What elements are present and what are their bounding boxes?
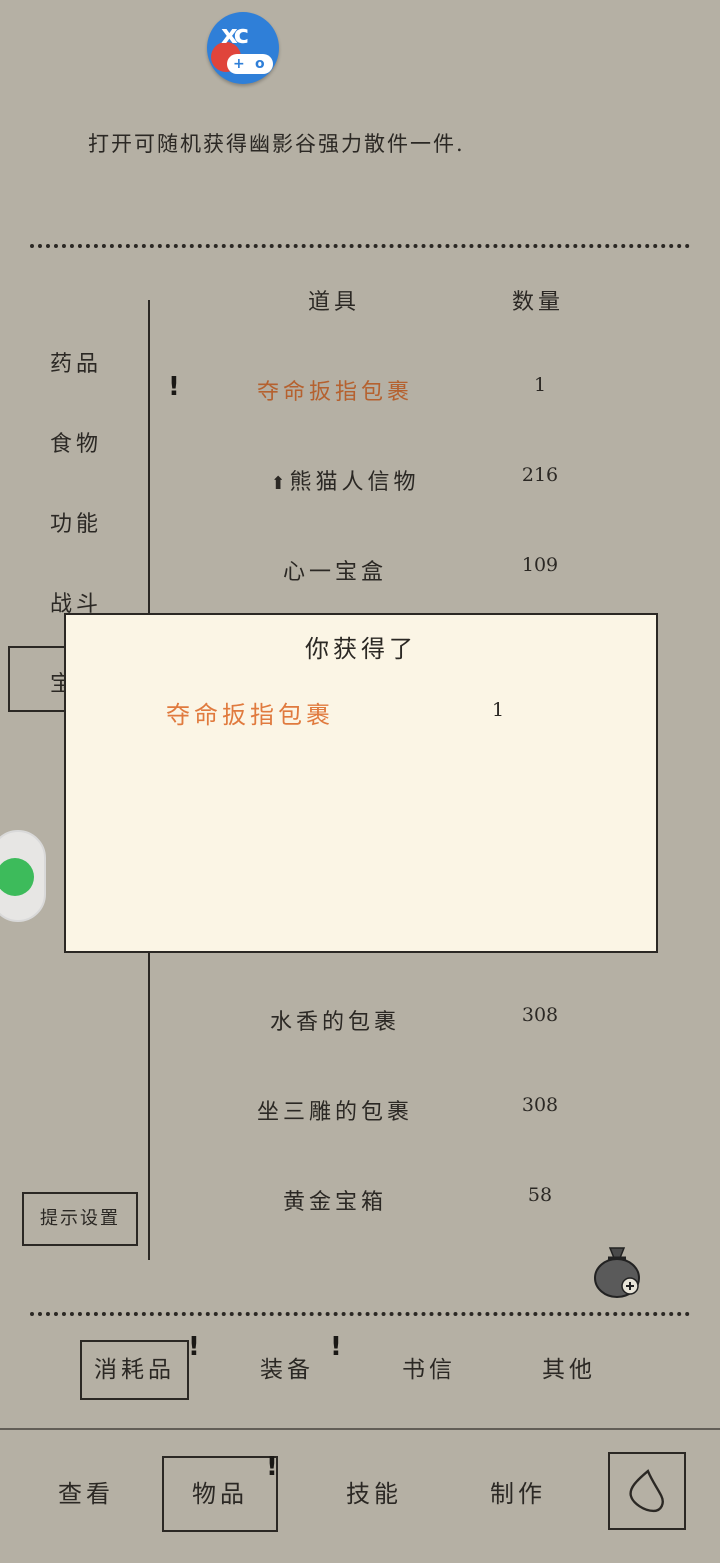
item-row[interactable]: 坐三雕的包裹 308 <box>150 1094 650 1134</box>
new-item-alert-icon: ! <box>168 372 180 402</box>
nav-separator <box>0 1428 720 1430</box>
divider-top <box>30 244 690 248</box>
column-header-item: 道具 <box>308 290 361 315</box>
hint-settings-button[interactable]: 提示设置 <box>22 1192 138 1246</box>
nav-items-alert-icon: ! <box>266 1452 278 1482</box>
column-header-qty: 数量 <box>512 290 565 315</box>
upgrade-arrow-icon: ⬆ <box>270 473 290 494</box>
item-description: 打开可随机获得幽影谷强力散件一件. <box>88 132 465 156</box>
item-qty: 109 <box>521 554 559 576</box>
divider-bottom <box>30 1312 690 1316</box>
assistant-avatar-icon <box>0 858 34 896</box>
item-name: 心一宝盒 <box>282 560 387 585</box>
app-logo-icon[interactable]: ⅹⅽ + o <box>207 12 279 84</box>
item-qty: 58 <box>527 1184 553 1206</box>
floating-assistant-button[interactable] <box>0 830 46 922</box>
nav-items[interactable]: 物品 <box>162 1456 278 1532</box>
nav-skills[interactable]: 技能 <box>346 1456 402 1532</box>
tab-equipment-alert-icon: ! <box>330 1332 342 1362</box>
category-food[interactable]: 食物 <box>50 426 102 458</box>
category-medicine[interactable]: 药品 <box>50 346 102 378</box>
category-treasure[interactable]: 宝 <box>8 646 72 712</box>
item-qty: 308 <box>521 1094 559 1116</box>
item-qty: 308 <box>521 1004 559 1026</box>
reward-dialog[interactable]: 你获得了 夺命扳指包裹 1 <box>64 613 658 953</box>
item-name: 熊猫人信物 <box>289 470 420 495</box>
nav-crafting[interactable]: 制作 <box>490 1456 546 1532</box>
item-row[interactable]: 夺命扳指包裹 1 <box>150 374 650 414</box>
back-arrow-icon <box>629 1469 664 1513</box>
item-name: 水香的包裹 <box>269 1010 400 1035</box>
item-bag-icon[interactable] <box>592 1240 642 1300</box>
item-name: 夺命扳指包裹 <box>256 380 413 405</box>
tab-letters[interactable]: 书信 <box>402 1340 456 1400</box>
tab-other[interactable]: 其他 <box>542 1340 596 1400</box>
item-row[interactable]: 黄金宝箱 58 <box>150 1184 650 1224</box>
nav-view[interactable]: 查看 <box>58 1456 114 1532</box>
category-function[interactable]: 功能 <box>50 506 102 538</box>
item-qty: 216 <box>521 464 559 486</box>
item-row[interactable]: 水香的包裹 308 <box>150 1004 650 1044</box>
reward-dialog-title: 你获得了 <box>305 635 417 663</box>
item-name: 坐三雕的包裹 <box>256 1100 413 1125</box>
reward-item-qty: 1 <box>492 699 505 721</box>
tab-consumables-alert-icon: ! <box>188 1332 200 1362</box>
item-row[interactable]: ⬆熊猫人信物 216 <box>150 464 650 504</box>
item-row[interactable]: 心一宝盒 109 <box>150 554 650 594</box>
item-type-tabs: 消耗品 ! 装备 ! 书信 其他 <box>0 1332 720 1400</box>
item-name: 黄金宝箱 <box>282 1190 387 1215</box>
tab-consumables[interactable]: 消耗品 <box>80 1340 189 1400</box>
item-qty: 1 <box>533 374 547 396</box>
tab-equipment[interactable]: 装备 <box>260 1340 314 1400</box>
reward-item-name: 夺命扳指包裹 <box>166 701 334 729</box>
back-button[interactable] <box>608 1452 686 1530</box>
